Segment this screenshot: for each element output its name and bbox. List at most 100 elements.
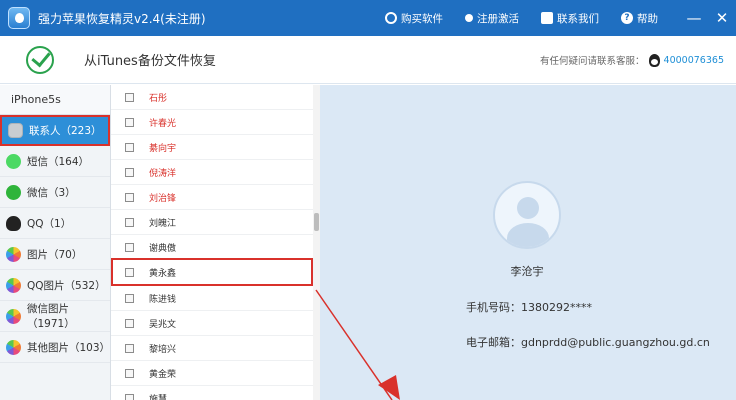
contact-card-icon [541,12,553,24]
contact-checkbox[interactable] [125,167,134,177]
sidebar-item-label: 微信（3） [27,186,76,199]
contact-checkbox[interactable] [125,242,134,252]
cart-icon [385,12,397,24]
phone-field: 手机号码：1380292**** [466,299,592,315]
sidebar-item-qq-photos[interactable]: QQ图片（532） [0,270,110,301]
buy-software-button[interactable]: 购买软件 [385,11,443,26]
sidebar-item-sms[interactable]: 短信（164） [0,146,110,177]
device-name: iPhone5s [0,85,110,115]
title-bar: 强力苹果恢复精灵v2.4(未注册) 购买软件 注册激活 联系我们 ? 帮助 — … [0,0,736,36]
contact-name: 谢典傲 [149,243,177,254]
close-button[interactable]: ✕ [708,9,736,27]
sms-icon [6,153,21,169]
contact-row[interactable]: 许春光 [111,110,313,135]
contact-row[interactable]: 刘魄江 [111,210,313,235]
contact-name: 陈进钱 [149,294,177,305]
contact-row[interactable]: 黎培兴 [111,336,313,361]
wechat-photos-icon [6,308,21,324]
contact-detail-panel: 李沧宇 手机号码：1380292**** 电子邮箱：gdnprdd@public… [320,85,736,400]
contact-checkbox[interactable] [125,393,134,400]
sidebar-item-label: 其他图片（103） [27,341,111,354]
contact-name: 许春光 [149,118,177,129]
qq-photos-icon [6,277,21,293]
avatar-body-shape [507,223,549,247]
contact-checkbox[interactable] [125,267,134,277]
mode-header: 从iTunes备份文件恢复 有任何疑问请联系客服： 4000076365 [0,36,736,84]
contact-name: 施慧 [149,394,168,400]
contact-checkbox[interactable] [125,318,134,328]
register-label: 注册激活 [477,12,519,25]
contact-checkbox[interactable] [125,142,134,152]
help-label: 帮助 [637,12,658,25]
list-scrollbar[interactable] [313,85,320,400]
contact-name: 吴兆文 [149,319,177,330]
contact-name: 石彤 [149,93,168,104]
contacts-icon [8,123,23,138]
sidebar-item-wechat[interactable]: 微信（3） [0,177,110,208]
contact-checkbox[interactable] [125,293,134,303]
customer-service: 有任何疑问请联系客服： 4000076365 [540,53,724,67]
email-field: 电子邮箱：gdnprdd@public.guangzhou.gd.cn [466,334,710,350]
qq-penguin-icon[interactable] [648,53,660,67]
email-label: 电子邮箱： [466,336,521,349]
detail-contact-name: 李沧宇 [510,265,544,278]
sidebar-item-label: 图片（70） [27,248,83,261]
service-number[interactable]: 4000076365 [664,55,724,66]
sidebar-item-other-photos[interactable]: 其他图片（103） [0,332,110,363]
contacts-list: 石彤 许春光 綦向宇 倪涛洋 刘治锋 刘魄江 谢典傲 黄永鑫 陈进钱 吴兆文 黎… [111,85,320,400]
recovery-logo-icon [26,45,54,74]
scroll-thumb[interactable] [314,213,319,231]
contact-checkbox[interactable] [125,368,134,378]
avatar-head-shape [517,197,539,219]
photos-icon [6,246,21,262]
sidebar-item-wechat-photos[interactable]: 微信图片（1971） [0,301,110,332]
contact-row[interactable]: 綦向宇 [111,135,313,160]
sidebar-item-photos[interactable]: 图片（70） [0,239,110,270]
contact-row-selected[interactable]: 黄永鑫 [111,258,313,286]
contact-checkbox[interactable] [125,117,134,127]
key-icon [465,14,473,22]
sidebar-item-contacts[interactable]: 联系人（223） [0,115,110,146]
contact-avatar [493,181,561,249]
register-button[interactable]: 注册激活 [465,11,519,26]
contact-row[interactable]: 施慧 [111,386,313,400]
help-button[interactable]: ? 帮助 [621,11,658,26]
contact-checkbox[interactable] [125,92,134,102]
buy-software-label: 购买软件 [401,12,443,25]
contact-row[interactable]: 刘治锋 [111,185,313,210]
sidebar-item-label: 短信（164） [27,155,90,168]
contact-name: 刘魄江 [149,218,177,229]
contact-name: 倪涛洋 [149,168,177,179]
contact-name: 刘治锋 [149,193,177,204]
contact-row[interactable]: 石彤 [111,85,313,110]
minimize-button[interactable]: — [680,9,708,27]
sidebar-item-label: 联系人（223） [29,125,102,137]
contact-checkbox[interactable] [125,217,134,227]
contact-row[interactable]: 黄金荣 [111,361,313,386]
other-photos-icon [6,339,21,355]
sidebar-item-label: QQ图片（532） [27,279,106,292]
contact-row[interactable]: 谢典傲 [111,235,313,260]
contact-row[interactable]: 吴兆文 [111,311,313,336]
phone-label: 手机号码： [466,301,521,314]
help-icon: ? [621,12,633,24]
contact-checkbox[interactable] [125,192,134,202]
page-title: 从iTunes备份文件恢复 [84,54,216,69]
app-logo-icon [8,7,30,29]
sidebar-item-label: QQ（1） [27,217,72,230]
contact-row[interactable]: 陈进钱 [111,286,313,311]
service-label: 有任何疑问请联系客服： [540,56,645,67]
wechat-icon [6,184,21,200]
phone-value: 1380292**** [521,301,592,314]
category-sidebar: iPhone5s 联系人（223） 短信（164） 微信（3） QQ（1） 图片… [0,85,111,400]
contact-row[interactable]: 倪涛洋 [111,160,313,185]
sidebar-item-label: 微信图片（1971） [27,303,75,330]
contact-us-button[interactable]: 联系我们 [541,11,599,26]
contact-name: 黄金荣 [149,369,177,380]
sidebar-item-qq[interactable]: QQ（1） [0,208,110,239]
contact-checkbox[interactable] [125,343,134,353]
email-value: gdnprdd@public.guangzhou.gd.cn [521,336,710,349]
contact-us-label: 联系我们 [557,12,599,25]
app-title: 强力苹果恢复精灵v2.4(未注册) [38,11,206,26]
qq-icon [6,215,21,231]
